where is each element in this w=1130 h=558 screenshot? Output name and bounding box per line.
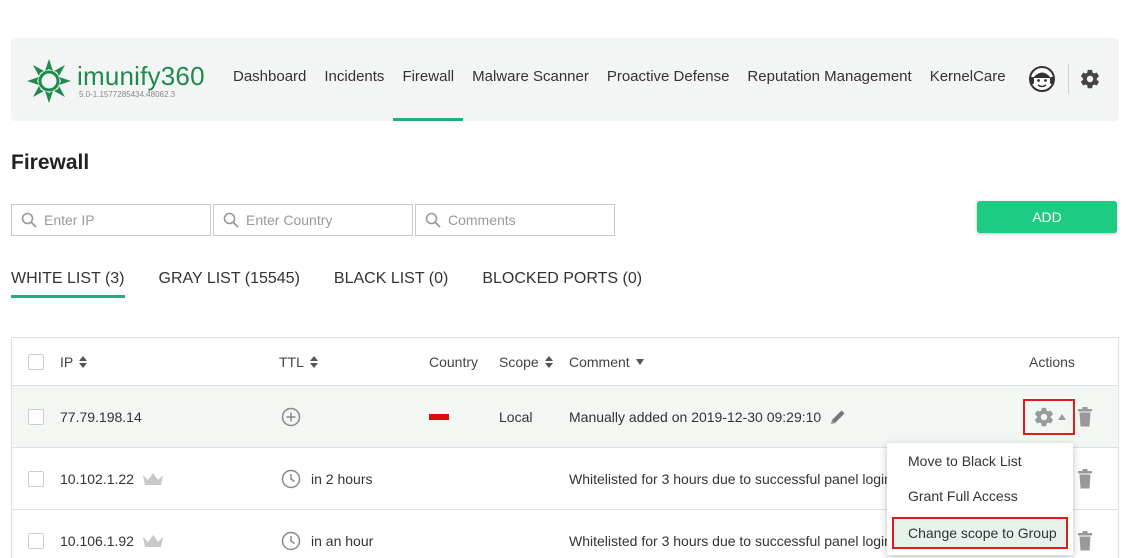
tab-blocked-ports[interactable]: BLOCKED PORTS (0)	[482, 270, 642, 296]
sort-icon	[309, 355, 318, 368]
caret-up-icon	[1057, 414, 1066, 420]
tab-gray-list[interactable]: GRAY LIST (15545)	[159, 270, 300, 296]
search-icon	[21, 212, 37, 228]
logo-text: imunify360	[77, 61, 205, 91]
row-select-cell	[28, 448, 44, 509]
column-ip[interactable]: IP	[60, 338, 88, 385]
nav-dashboard[interactable]: Dashboard	[224, 38, 315, 121]
table-row[interactable]: 77.79.198.14 Local Manually added on 201…	[12, 386, 1118, 448]
column-actions: Actions	[1029, 338, 1075, 385]
gear-icon[interactable]	[1079, 68, 1101, 90]
column-ttl-label: TTL	[279, 353, 304, 370]
ip-cell: 10.102.1.22	[60, 448, 164, 509]
row-select-cell	[28, 510, 44, 558]
column-scope-label: Scope	[499, 353, 539, 370]
tab-white-list[interactable]: WHITE LIST (3)	[11, 270, 125, 298]
menu-item-move-to-black-list[interactable]: Move to Black List	[887, 444, 1073, 478]
trash-icon[interactable]	[1077, 468, 1093, 489]
comment-cell: Whitelisted for 3 hours due to successfu…	[569, 532, 892, 549]
header-divider	[1068, 64, 1069, 94]
crown-icon	[142, 534, 163, 547]
ip-cell: 77.79.198.14	[60, 408, 142, 425]
row-select-cell	[28, 386, 44, 447]
table-header: IP TTL Country Scope Comment Actions	[12, 338, 1118, 386]
row-checkbox[interactable]	[28, 532, 44, 549]
menu-item-change-scope-to-group[interactable]: Change scope to Group	[892, 517, 1068, 549]
ttl-cell	[281, 386, 301, 447]
column-actions-label: Actions	[1029, 353, 1075, 370]
add-button[interactable]: ADD	[977, 201, 1117, 233]
country-search-input[interactable]	[246, 205, 406, 235]
delete-cell	[1077, 448, 1093, 509]
ttl-text: in an hour	[311, 532, 374, 549]
tab-black-list[interactable]: BLACK LIST (0)	[334, 270, 448, 296]
nav-reputation-management[interactable]: Reputation Management	[738, 38, 920, 121]
row-checkbox[interactable]	[28, 470, 44, 487]
column-ttl[interactable]: TTL	[279, 338, 318, 385]
nav-kernelcare[interactable]: KernelCare	[921, 38, 1015, 121]
ttl-cell: in an hour	[281, 510, 373, 558]
trash-icon[interactable]	[1077, 530, 1093, 551]
list-tabs: WHITE LIST (3) GRAY LIST (15545) BLACK L…	[11, 270, 676, 298]
ttl-cell: in 2 hours	[281, 448, 372, 509]
delete-cell	[1077, 386, 1093, 447]
ip-filter	[11, 204, 211, 236]
sort-icon	[544, 355, 553, 368]
column-comment-label: Comment	[569, 353, 630, 370]
column-comment[interactable]: Comment	[569, 338, 644, 385]
clock-icon	[281, 469, 301, 488]
scope-cell: Local	[499, 408, 533, 425]
ip-text: 10.106.1.92	[60, 532, 134, 549]
ip-cell: 10.106.1.92	[60, 510, 164, 558]
sort-icon	[79, 355, 88, 368]
main-nav: Dashboard Incidents Firewall Malware Sca…	[224, 38, 1015, 121]
country-filter	[213, 204, 413, 236]
edit-pencil-icon[interactable]	[829, 408, 847, 426]
row-checkbox[interactable]	[28, 408, 44, 425]
column-country-label: Country	[429, 353, 479, 370]
delete-cell	[1077, 510, 1093, 558]
comment-text: Manually added on 2019-12-30 09:29:10	[569, 408, 822, 425]
column-scope[interactable]: Scope	[499, 338, 553, 385]
menu-item-grant-full-access[interactable]: Grant Full Access	[887, 479, 1073, 513]
page-title: Firewall	[11, 151, 90, 174]
row-actions-button[interactable]	[1023, 399, 1075, 435]
search-icon	[425, 212, 441, 228]
column-country: Country	[429, 338, 478, 385]
logo[interactable]: imunify360 5.0-1.1577285434.48062.3	[25, 57, 215, 105]
ip-text: 10.102.1.22	[60, 470, 134, 487]
crown-icon	[142, 472, 163, 485]
nav-incidents[interactable]: Incidents	[315, 38, 393, 121]
ttl-text: in 2 hours	[311, 470, 373, 487]
header-icons	[1028, 64, 1101, 94]
sort-down-icon	[635, 358, 644, 365]
ip-search-input[interactable]	[44, 205, 204, 235]
column-ip-label: IP	[60, 353, 74, 370]
gear-icon	[1034, 407, 1053, 427]
search-icon	[223, 212, 239, 228]
comments-filter	[415, 204, 615, 236]
support-agent-icon[interactable]	[1028, 65, 1056, 93]
country-flag-icon	[429, 413, 449, 420]
nav-firewall[interactable]: Firewall	[393, 38, 463, 121]
logo-mark-icon	[27, 59, 71, 103]
country-cell	[429, 386, 449, 447]
top-header: imunify360 5.0-1.1577285434.48062.3 Dash…	[11, 38, 1119, 121]
trash-icon[interactable]	[1077, 406, 1093, 427]
select-all-checkbox[interactable]	[28, 353, 44, 370]
comment-cell: Whitelisted for 3 hours due to successfu…	[569, 470, 892, 487]
app-version: 5.0-1.1577285434.48062.3	[79, 90, 176, 99]
nav-proactive-defense[interactable]: Proactive Defense	[598, 38, 739, 121]
add-ttl-icon[interactable]	[281, 407, 301, 427]
comment-cell: Manually added on 2019-12-30 09:29:10	[569, 386, 847, 447]
select-all-cell	[28, 338, 44, 385]
clock-icon	[281, 531, 301, 550]
comments-search-input[interactable]	[448, 205, 608, 235]
nav-malware-scanner[interactable]: Malware Scanner	[463, 38, 598, 121]
row-actions-menu: Move to Black List Grant Full Access Cha…	[887, 443, 1073, 555]
